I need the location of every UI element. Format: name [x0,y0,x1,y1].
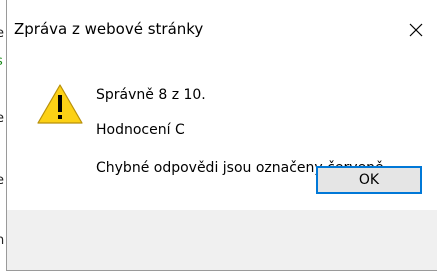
close-icon [409,23,423,37]
dialog-title-bar[interactable]: Zpráva z webové stránky [7,0,437,60]
dialog-title: Zpráva z webové stránky [14,20,204,38]
close-button[interactable] [395,10,437,50]
dialog-button-area [7,210,437,270]
background-text-fragment: e [0,27,4,41]
message-dialog: Zpráva z webové stránky Správně 8 z 10. … [6,0,437,271]
message-line-grade: Hodnocení C [96,122,185,138]
background-text-fragment: n [0,233,5,248]
warning-icon [37,84,83,124]
background-text-fragment: e [0,112,4,126]
background-text-fragment: e [0,174,4,188]
ok-button[interactable]: OK [316,166,422,194]
message-line-score: Správně 8 z 10. [96,87,206,103]
background-link-fragment[interactable]: s [0,55,3,69]
